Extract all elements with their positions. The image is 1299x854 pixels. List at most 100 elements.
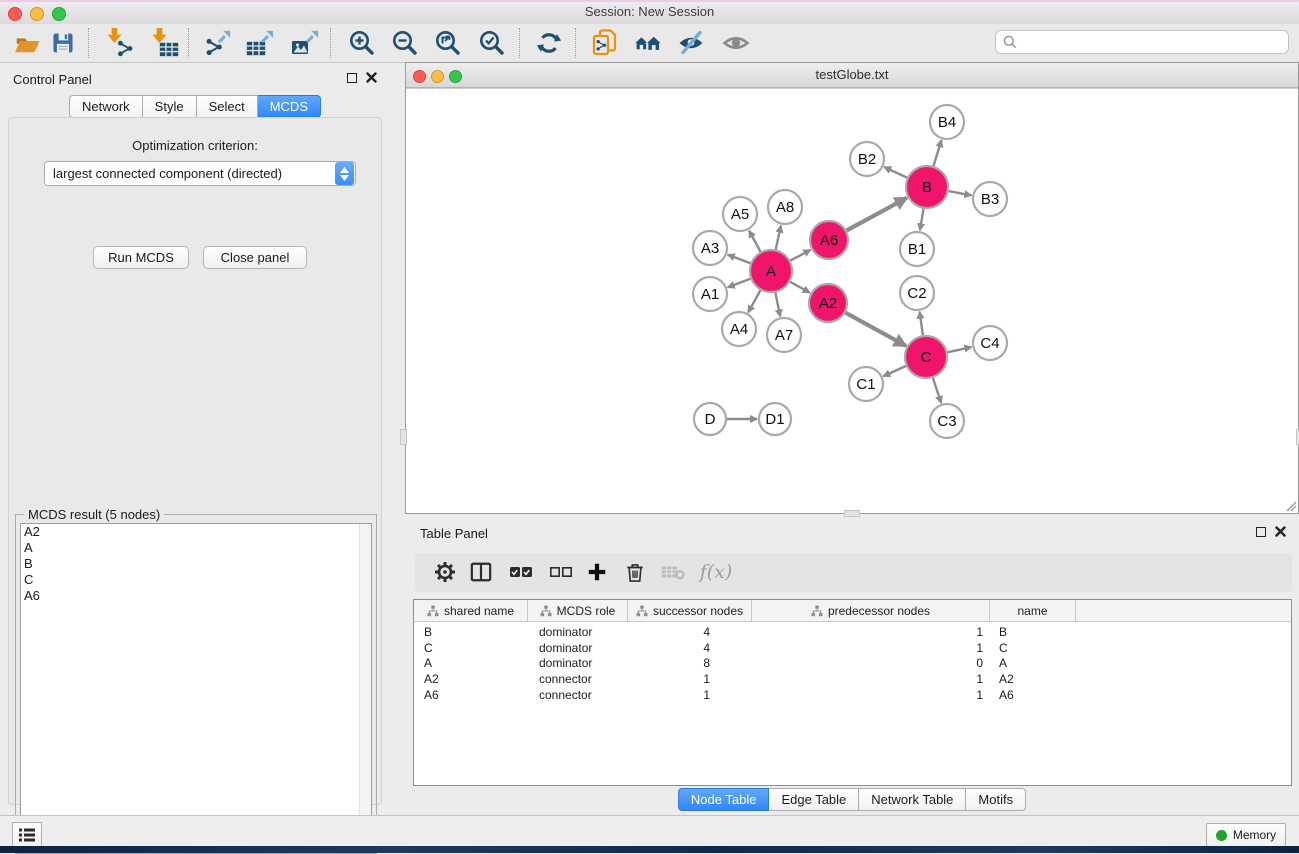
tab-network[interactable]: Network	[69, 95, 143, 118]
export-network-button[interactable]	[203, 28, 233, 58]
graph-node-A5[interactable]: A5	[723, 197, 757, 231]
result-item[interactable]: B	[21, 556, 371, 572]
save-session-button[interactable]	[48, 28, 78, 58]
export-image-button[interactable]	[290, 28, 320, 58]
result-item[interactable]: A2	[21, 524, 371, 540]
graph-edge-B-B3[interactable]	[949, 191, 972, 195]
memory-button[interactable]: Memory	[1206, 823, 1286, 847]
column-header-successor-nodes[interactable]: successor nodes	[628, 600, 752, 621]
graph-edge-C-C2[interactable]	[920, 312, 923, 335]
zoom-out-button[interactable]	[390, 28, 420, 58]
select-all-columns-button[interactable]	[507, 558, 535, 586]
graph-edge-A-A1[interactable]	[728, 279, 751, 288]
run-mcds-button[interactable]: Run MCDS	[93, 246, 189, 269]
zoom-selected-button[interactable]	[477, 28, 507, 58]
list-scrollbar[interactable]	[359, 524, 371, 848]
search-input[interactable]	[1022, 34, 1288, 51]
graph-node-A6[interactable]: A6	[810, 221, 848, 259]
graph-edge-A-A8[interactable]	[776, 226, 781, 250]
graph-node-C4[interactable]: C4	[973, 326, 1007, 360]
graph-node-A3[interactable]: A3	[693, 231, 727, 265]
graph-edge-A-A7[interactable]	[775, 293, 780, 317]
network-window-titlebar[interactable]: testGlobe.txt	[406, 63, 1298, 88]
graph-edge-B-B1[interactable]	[920, 209, 924, 231]
tab-edge-table[interactable]: Edge Table	[769, 788, 859, 811]
network-zoom-button[interactable]	[449, 70, 462, 83]
close-panel-icon[interactable]	[366, 72, 377, 83]
graph-edge-C-C3[interactable]	[933, 378, 941, 403]
import-table-button[interactable]	[150, 28, 180, 58]
graph-node-C[interactable]: C	[905, 336, 947, 378]
graph-node-A4[interactable]: A4	[722, 312, 756, 346]
export-table-button[interactable]	[245, 28, 275, 58]
function-builder-button[interactable]: f(x)	[697, 558, 735, 586]
graph-edge-C-C1[interactable]	[883, 366, 906, 376]
add-column-button[interactable]	[583, 558, 611, 586]
close-panel-icon[interactable]	[1275, 526, 1286, 537]
graph-node-B[interactable]: B	[906, 166, 948, 208]
horizontal-scrollbar-nub[interactable]	[844, 510, 860, 517]
zoom-in-button[interactable]	[347, 28, 377, 58]
table-row[interactable]: A2connector11A2	[414, 671, 1291, 687]
graph-edge-A6-B[interactable]	[847, 198, 907, 231]
table-row[interactable]: Cdominator41C	[414, 640, 1291, 656]
minimize-window-button[interactable]	[30, 7, 44, 21]
result-item[interactable]: A	[21, 540, 371, 556]
tab-motifs[interactable]: Motifs	[966, 788, 1026, 811]
delete-table-button[interactable]	[659, 558, 687, 586]
criterion-dropdown[interactable]: largest connected component (directed)	[44, 161, 356, 186]
graph-node-A8[interactable]: A8	[768, 190, 802, 224]
graph-node-A2[interactable]: A2	[809, 284, 847, 322]
graph-edge-A-A2[interactable]	[790, 282, 810, 293]
graph-node-A1[interactable]: A1	[693, 277, 727, 311]
split-view-button[interactable]	[467, 558, 495, 586]
tab-network-table[interactable]: Network Table	[859, 788, 966, 811]
graph-edge-B-B2[interactable]	[884, 167, 907, 178]
close-window-button[interactable]	[8, 7, 22, 21]
graph-node-A[interactable]: A	[750, 250, 792, 292]
resize-grip-icon[interactable]	[1285, 500, 1297, 512]
graph-node-B3[interactable]: B3	[973, 182, 1007, 216]
mcds-result-list[interactable]: A2ABCA6	[20, 523, 372, 849]
float-panel-icon[interactable]	[347, 73, 357, 83]
network-minimize-button[interactable]	[431, 70, 444, 83]
tab-select[interactable]: Select	[197, 95, 258, 118]
zoom-fit-button[interactable]	[433, 28, 463, 58]
graph-edge-A-A4[interactable]	[748, 290, 760, 312]
graph-node-D1[interactable]: D1	[759, 403, 791, 435]
result-item[interactable]: A6	[21, 588, 371, 604]
graph-edge-C-C4[interactable]	[948, 347, 972, 352]
table-row[interactable]: Bdominator41B	[414, 624, 1291, 640]
result-item[interactable]: C	[21, 572, 371, 588]
show-panels-button[interactable]	[12, 822, 42, 847]
graph-node-B4[interactable]: B4	[930, 105, 964, 139]
tab-node-table[interactable]: Node Table	[678, 788, 770, 811]
show-all-button[interactable]	[721, 28, 751, 58]
graph-edge-A2-C[interactable]	[846, 313, 906, 346]
graph-edge-B-B4[interactable]	[934, 140, 942, 166]
network-canvas[interactable]: B4B2BB3A8A5A6A3B1AA1C2A2A4A7C4CC1C3DD1	[406, 88, 1298, 513]
graph-node-B1[interactable]: B1	[900, 232, 934, 266]
graph-node-D[interactable]: D	[694, 403, 726, 435]
graph-node-B2[interactable]: B2	[850, 142, 884, 176]
network-close-button[interactable]	[413, 70, 426, 83]
graph-node-C3[interactable]: C3	[930, 404, 964, 438]
graph-node-C2[interactable]: C2	[900, 276, 934, 310]
column-header-shared-name[interactable]: shared name	[414, 600, 528, 621]
graph-node-C1[interactable]: C1	[849, 367, 883, 401]
search-field[interactable]	[995, 30, 1289, 54]
column-header-mcds-role[interactable]: MCDS role	[528, 600, 628, 621]
graph-edge-A-A3[interactable]	[728, 255, 751, 264]
column-header-predecessor-nodes[interactable]: predecessor nodes	[752, 600, 990, 621]
column-header-name[interactable]: name	[990, 600, 1076, 621]
table-row[interactable]: A6connector11A6	[414, 687, 1291, 703]
unselect-all-columns-button[interactable]	[547, 558, 575, 586]
refresh-button[interactable]	[534, 28, 564, 58]
zoom-window-button[interactable]	[52, 7, 66, 21]
table-row[interactable]: Adominator80A	[414, 655, 1291, 671]
open-session-button[interactable]	[12, 28, 42, 58]
delete-column-button[interactable]	[621, 558, 649, 586]
import-network-button[interactable]	[105, 28, 135, 58]
table-settings-button[interactable]	[431, 558, 459, 586]
hide-selected-button[interactable]	[676, 28, 706, 58]
